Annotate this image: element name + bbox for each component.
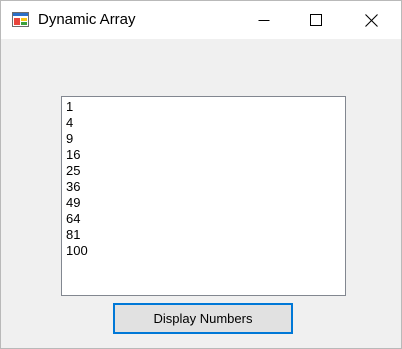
display-numbers-button[interactable]: Display Numbers xyxy=(113,303,293,334)
list-item[interactable]: 4 xyxy=(66,115,341,131)
list-item[interactable]: 16 xyxy=(66,147,341,163)
maximize-icon xyxy=(310,14,322,26)
list-item[interactable]: 9 xyxy=(66,131,341,147)
display-numbers-label: Display Numbers xyxy=(153,311,253,326)
list-item[interactable]: 100 xyxy=(66,243,341,259)
list-item[interactable]: 49 xyxy=(66,195,341,211)
app-icon xyxy=(12,12,29,27)
title-bar[interactable]: Dynamic Array xyxy=(1,1,401,39)
close-button[interactable] xyxy=(348,1,394,39)
close-icon xyxy=(364,13,378,27)
app-window: Dynamic Array 1 4 9 16 25 36 49 64 81 10… xyxy=(0,0,402,349)
list-item[interactable]: 25 xyxy=(66,163,341,179)
window-title: Dynamic Array xyxy=(38,11,136,28)
minimize-icon xyxy=(258,20,270,21)
list-item[interactable]: 81 xyxy=(66,227,341,243)
minimize-button[interactable] xyxy=(241,1,287,39)
maximize-button[interactable] xyxy=(293,1,339,39)
list-item[interactable]: 36 xyxy=(66,179,341,195)
numbers-listbox[interactable]: 1 4 9 16 25 36 49 64 81 100 xyxy=(61,96,346,296)
list-item[interactable]: 1 xyxy=(66,99,341,115)
list-item[interactable]: 64 xyxy=(66,211,341,227)
client-area: 1 4 9 16 25 36 49 64 81 100 Display Numb… xyxy=(1,39,401,348)
